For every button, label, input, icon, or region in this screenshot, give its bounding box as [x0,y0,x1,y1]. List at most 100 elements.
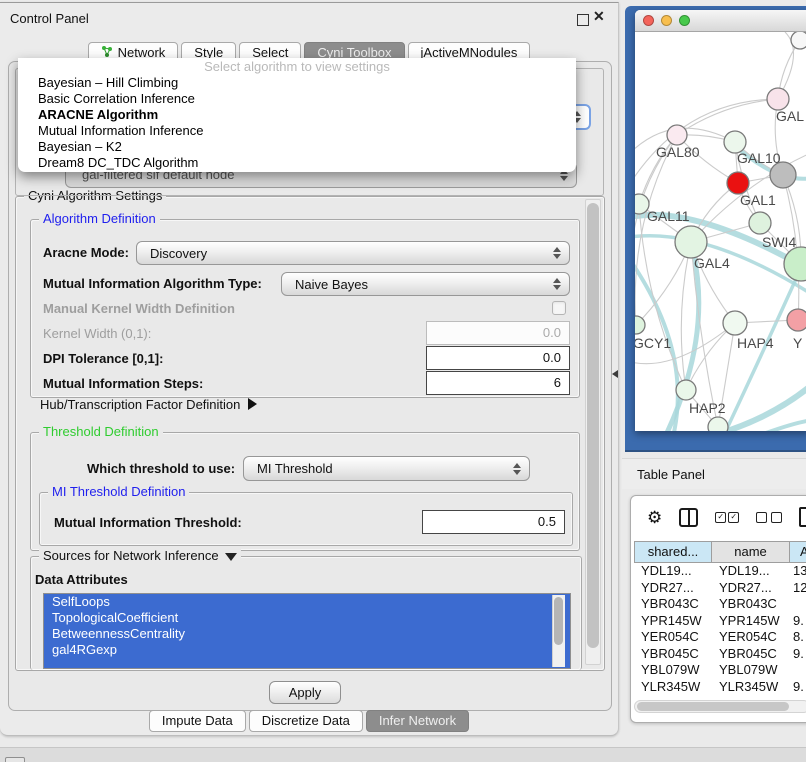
table-cell[interactable]: YDL19... [634,563,712,580]
table-cell[interactable] [790,662,806,679]
network-node[interactable] [784,247,806,281]
table-cell[interactable]: YDR27... [712,580,790,597]
table-window: ⚙ ✓✓ shared... name A YDL19...YDL19...13… [630,495,806,723]
table-cell[interactable]: YLR345W [634,679,712,696]
table-cell[interactable]: YBL079W [634,662,712,679]
minimized-panel-icon[interactable] [5,757,25,762]
table-row[interactable]: YDR27...YDR27...12 [634,580,806,597]
data-attributes-list[interactable]: SelfLoops TopologicalCoefficient Between… [43,593,571,669]
table-cell[interactable]: YBL079W [712,662,790,679]
table-cell[interactable]: 13 [790,563,806,580]
mi-algorithm-type-combo[interactable]: Naive Bayes [281,272,570,296]
aracne-mode-combo[interactable]: Discovery [136,241,570,265]
mac-zoom-icon[interactable] [679,15,690,26]
sources-legend[interactable]: Sources for Network Inference [39,548,241,563]
tab-discretize-data[interactable]: Discretize Data [249,710,363,732]
dropdown-item[interactable]: Basic Correlation Inference [18,91,576,107]
table-cell[interactable]: YER054C [634,629,712,646]
column-header-name[interactable]: name [712,541,790,563]
network-node[interactable] [767,88,789,110]
list-item[interactable]: BetweennessCentrality [44,626,570,642]
list-item[interactable]: SelfLoops [44,594,570,610]
network-canvas[interactable]: GALGAL80GAL10GAL1GAL11SWI4GAL4GCY1HAP4YH… [635,32,806,431]
network-node[interactable] [723,311,747,335]
mac-close-icon[interactable] [643,15,654,26]
column-header-a[interactable]: A [790,541,806,563]
network-window[interactable]: GALGAL80GAL10GAL1GAL11SWI4GAL4GCY1HAP4YH… [635,10,806,431]
table-cell[interactable]: YBR045C [634,646,712,663]
network-node[interactable] [635,316,645,334]
table-cell[interactable]: 9. [790,613,806,630]
network-node[interactable] [787,309,806,331]
column-header-shared[interactable]: shared... [634,541,712,563]
network-node[interactable] [675,226,707,258]
table-cell[interactable]: 9. [790,646,806,663]
table-cell[interactable]: YLR345W [712,679,790,696]
columns-icon[interactable] [679,508,698,527]
table-cell[interactable]: 12 [790,580,806,597]
network-window-titlebar[interactable] [635,10,806,32]
table-cell[interactable]: YPR145W [634,613,712,630]
table-body: YDL19...YDL19...13YDR27...YDR27...12YBR0… [634,563,806,696]
table-cell[interactable]: YDL19... [712,563,790,580]
scrollbar-thumb[interactable] [554,597,563,645]
table-row[interactable]: YER054CYER054C8. [634,629,806,646]
network-node[interactable] [791,32,806,49]
table-cell[interactable]: YBR045C [712,646,790,663]
kernel-width-field[interactable]: 0.0 [426,321,570,345]
table-row[interactable]: YDL19...YDL19...13 [634,563,806,580]
dropdown-item[interactable]: Bayesian – Hill Climbing [18,75,576,91]
table-row[interactable]: YBR045CYBR045C9. [634,646,806,663]
dropdown-item[interactable]: Dream8 DC_TDC Algorithm [18,155,576,171]
network-node-label: GAL80 [656,144,700,160]
network-node[interactable] [708,417,728,431]
mac-minimize-icon[interactable] [661,15,672,26]
table-hscrollbar[interactable] [634,700,806,713]
table-cell[interactable]: YIL053C [634,695,712,696]
table-row[interactable]: YBL079WYBL079W [634,662,806,679]
list-scrollbar[interactable] [552,595,565,667]
table-cell[interactable] [790,596,806,613]
network-node[interactable] [749,212,771,234]
table-cell[interactable]: YER054C [712,629,790,646]
table-cell[interactable]: 9. [790,679,806,696]
table-cell[interactable]: 8. [790,629,806,646]
select-all-checkboxes-icon[interactable]: ✓✓ [715,512,739,523]
dropdown-item[interactable]: Mutual Information Inference [18,123,576,139]
manual-kernel-checkbox[interactable] [552,301,566,315]
network-node[interactable] [676,380,696,400]
gear-icon[interactable]: ⚙ [647,509,662,526]
scrollbar-thumb[interactable] [637,702,789,711]
resize-cursor-icon [612,370,618,378]
mi-steps-field[interactable]: 6 [426,371,570,395]
dpi-tolerance-field[interactable]: 0.0 [426,346,570,370]
deselect-all-checkboxes-icon[interactable] [756,512,782,523]
dropdown-item-selected[interactable]: ARACNE Algorithm [18,107,576,123]
table-row[interactable]: YLR345WYLR345W9. [634,679,806,696]
table-row[interactable]: YBR043CYBR043C [634,596,806,613]
table-cell[interactable]: YIL053C [712,695,790,696]
table-cell[interactable]: 9. [790,695,806,696]
apply-button[interactable]: Apply [269,681,341,704]
tab-impute-data[interactable]: Impute Data [149,710,246,732]
network-node[interactable] [667,125,687,145]
list-item[interactable]: gal4RGexp [44,642,570,658]
settings-scrollbar[interactable] [585,199,601,665]
table-cell[interactable]: YBR043C [634,596,712,613]
tab-infer-network[interactable]: Infer Network [366,710,469,732]
table-cell[interactable]: YBR043C [712,596,790,613]
network-node[interactable] [727,172,749,194]
table-cell[interactable]: YPR145W [712,613,790,630]
hub-definition-expander[interactable]: Hub/Transcription Factor Definition [40,397,257,412]
table-row[interactable]: YPR145WYPR145W9. [634,613,806,630]
scrollbar-thumb[interactable] [587,203,599,648]
export-table-icon[interactable] [799,507,806,527]
float-window-icon[interactable] [577,14,589,26]
dropdown-item[interactable]: Bayesian – K2 [18,139,576,155]
table-row[interactable]: YIL053CYIL053C9. [634,695,806,696]
mutual-information-threshold-field[interactable]: 0.5 [422,510,565,534]
which-threshold-combo[interactable]: MI Threshold [243,456,530,481]
close-icon[interactable]: ✕ [593,8,605,25]
table-cell[interactable]: YDR27... [634,580,712,597]
list-item[interactable]: TopologicalCoefficient [44,610,570,626]
